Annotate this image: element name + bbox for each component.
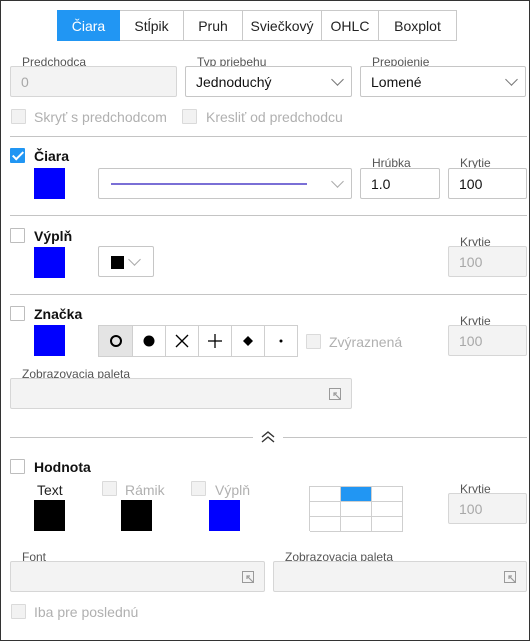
position-top-left[interactable] (310, 487, 341, 502)
predchodca-value: 0 (21, 73, 29, 90)
marker-circle-filled[interactable] (132, 326, 165, 356)
znacka-krytie-input[interactable]: 100 (448, 325, 527, 356)
prepojenie-select[interactable]: Lomené (360, 66, 526, 97)
position-middle-center[interactable] (341, 502, 372, 517)
palette-picker-icon (329, 387, 341, 400)
predchodca-field[interactable]: 0 (10, 66, 177, 97)
divider (283, 437, 527, 438)
hodnota-vypln-color-swatch[interactable] (209, 500, 240, 531)
chart-type-tabs: Čiara Stĺpik Pruh Sviečkový OHLC Boxplot (57, 10, 457, 41)
bottom-paleta-field[interactable] (273, 561, 527, 592)
ciara-title: Čiara (34, 148, 70, 164)
vypln-color-swatch[interactable] (34, 247, 65, 278)
fill-pattern-swatch (111, 256, 124, 269)
marker-plus[interactable] (198, 326, 231, 356)
hodnota-vypln-checkbox[interactable] (191, 481, 206, 496)
znacka-checkbox[interactable] (10, 306, 25, 321)
hodnota-vypln-label: Výplň (215, 482, 251, 498)
tab-boxplot[interactable]: Boxplot (379, 10, 457, 41)
plus-icon (208, 334, 222, 348)
line-style-preview (111, 183, 307, 185)
znacka-krytie-value: 100 (459, 332, 483, 349)
hodnota-checkbox[interactable] (10, 459, 25, 474)
divider (10, 136, 527, 137)
position-top-right[interactable] (372, 487, 403, 502)
marker-dot[interactable] (264, 326, 297, 356)
position-top-center[interactable] (341, 487, 372, 502)
x-cross-icon (175, 334, 189, 348)
text-color-label: Text (37, 482, 63, 498)
palette-picker-icon (504, 570, 516, 583)
fill-pattern-select[interactable] (98, 246, 154, 277)
kreslit-od-predchodcu-label: Kresliť od predchodcu (206, 109, 343, 125)
properties-panel: Čiara Stĺpik Pruh Sviečkový OHLC Boxplot… (0, 0, 530, 641)
text-color-swatch[interactable] (34, 500, 65, 531)
divider (10, 437, 253, 438)
hrubka-input[interactable]: 1.0 (360, 168, 440, 199)
tab-stlpik[interactable]: Stĺpik (120, 10, 184, 41)
ramik-checkbox[interactable] (102, 481, 117, 496)
prepojenie-value: Lomené (371, 73, 422, 90)
zvyraznena-label: Zvýraznená (329, 334, 403, 350)
vypln-krytie-input[interactable]: 100 (448, 246, 527, 277)
marker-diamond[interactable] (231, 326, 264, 356)
position-bottom-left[interactable] (310, 517, 341, 532)
line-style-select[interactable] (98, 168, 352, 199)
divider (10, 215, 527, 216)
position-middle-left[interactable] (310, 502, 341, 517)
chevron-down-icon (128, 252, 141, 266)
marker-x-cross[interactable] (165, 326, 198, 356)
tab-pruh[interactable]: Pruh (184, 10, 243, 41)
ciara-color-swatch[interactable] (34, 168, 65, 199)
value-position-grid (309, 486, 403, 532)
divider (10, 294, 527, 295)
kreslit-od-predchodcu-checkbox[interactable] (182, 109, 197, 124)
diamond-icon (243, 336, 253, 346)
position-bottom-right[interactable] (372, 517, 403, 532)
hodnota-krytie-input[interactable]: 100 (448, 493, 527, 524)
skryt-s-predchodcom-label: Skryť s predchodcom (34, 109, 167, 125)
position-bottom-center[interactable] (341, 517, 372, 532)
typ-priebehu-select[interactable]: Jednoduchý (185, 66, 352, 97)
chevron-down-icon (331, 72, 344, 86)
vypln-checkbox[interactable] (10, 228, 25, 243)
vypln-title: Výplň (34, 228, 73, 244)
skryt-s-predchodcom-checkbox[interactable] (11, 109, 26, 124)
font-picker-icon (242, 570, 254, 583)
tab-ciara[interactable]: Čiara (57, 10, 120, 41)
znacka-title: Značka (34, 306, 83, 322)
ciara-krytie-value: 100 (459, 175, 483, 192)
chevron-down-icon (505, 72, 518, 86)
circle-open-icon (109, 335, 122, 347)
typ-priebehu-value: Jednoduchý (196, 73, 272, 90)
hodnota-title: Hodnota (34, 459, 91, 475)
znacka-color-swatch[interactable] (34, 325, 65, 356)
vypln-krytie-value: 100 (459, 253, 483, 270)
hodnota-krytie-value: 100 (459, 500, 483, 517)
iba-pre-poslednu-label: Iba pre poslednú (34, 604, 139, 620)
tab-ohlc[interactable]: OHLC (322, 10, 379, 41)
znacka-paleta-field[interactable] (10, 378, 352, 409)
iba-pre-poslednu-checkbox[interactable] (11, 604, 26, 619)
font-field[interactable] (10, 561, 265, 592)
ramik-label: Rámik (125, 482, 165, 498)
circle-filled-icon (143, 335, 155, 347)
ramik-color-swatch[interactable] (121, 500, 152, 531)
marker-circle-open[interactable] (99, 326, 132, 356)
ciara-checkbox[interactable] (10, 148, 25, 163)
chevron-down-icon (331, 174, 344, 188)
marker-type-group (98, 325, 298, 357)
zvyraznena-checkbox[interactable] (306, 334, 321, 349)
tab-sviecky[interactable]: Sviečkový (243, 10, 322, 41)
position-middle-right[interactable] (372, 502, 403, 517)
dot-icon (279, 339, 283, 343)
hrubka-value: 1.0 (371, 175, 391, 192)
ciara-krytie-input[interactable]: 100 (448, 168, 527, 199)
collapse-chevrons-icon[interactable] (259, 429, 277, 445)
